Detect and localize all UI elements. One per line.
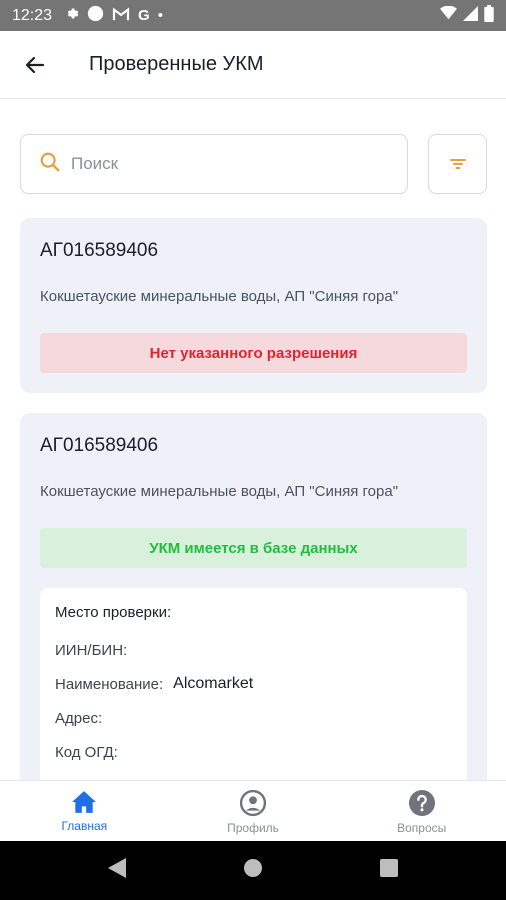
search-box[interactable] [20,134,408,194]
ukm-code: АГ016589406 [40,435,159,456]
filter-button[interactable] [428,134,487,194]
ukm-card[interactable]: АГ016589406 Кокшетауские минеральные вод… [20,413,487,780]
details-value: Alcomarket [173,675,254,692]
nav-item-profile[interactable]: Профиль [169,781,338,841]
status-badge: Нет указанного разрешения [40,333,467,373]
status-bar: 12:23 G • [0,0,506,31]
search-icon [39,151,61,178]
recents-square-icon[interactable] [379,859,398,882]
ukm-code: АГ016589406 [40,240,159,261]
wifi-icon [440,5,457,25]
dot-icon: • [157,7,163,24]
arrow-left-icon [25,56,45,73]
back-button[interactable] [0,31,70,99]
filter-icon [449,159,466,169]
details-label: Наименование: [55,675,164,693]
details-label: Код ОГД: [55,743,118,761]
search-row [20,134,487,194]
status-icons: G • [64,5,163,26]
help-icon [408,790,435,816]
circle-icon [87,5,104,26]
signal-icon [463,5,478,26]
details-row: Наименование: Alcomarket [55,667,452,701]
bottom-nav: Главная Профиль Вопросы [0,780,506,841]
gmail-icon [112,6,130,25]
home-circle-icon[interactable] [243,858,263,883]
details-row: Код ОГД: [55,735,452,769]
gear-icon [64,6,79,25]
inspection-details: Место проверки: ИИН/БИН: Наименование: A… [40,588,467,780]
home-icon [72,791,97,813]
ukm-card[interactable]: АГ016589406 Кокшетауские минеральные вод… [20,218,487,393]
details-row: Адрес: [55,701,452,735]
ukm-description: Кокшетауские минеральные воды, АП "Синяя… [40,483,399,500]
results-list: АГ016589406 Кокшетауские минеральные вод… [20,218,487,780]
nav-label: Вопросы [397,821,447,835]
system-nav-bar [0,841,506,900]
details-heading: Место проверки: [55,604,172,621]
back-triangle-icon[interactable] [108,858,127,883]
status-right [440,4,494,27]
search-input[interactable] [71,154,361,174]
status-badge: УКМ имеется в базе данных [40,528,467,568]
app-bar: Проверенные УКМ [0,31,506,99]
google-icon: G [138,7,150,24]
page-title: Проверенные УКМ [89,53,264,75]
ukm-description: Кокшетауские минеральные воды, АП "Синяя… [40,288,399,305]
nav-label: Главная [61,819,108,833]
details-label: Адрес: [55,709,103,727]
nav-item-home[interactable]: Главная [0,781,169,841]
status-time: 12:23 [12,6,53,24]
profile-icon [240,790,266,816]
details-label: ИИН/БИН: [55,641,128,659]
battery-icon [484,4,494,27]
nav-label: Профиль [227,821,279,835]
details-row: ИИН/БИН: [55,633,452,667]
nav-item-questions[interactable]: Вопросы [337,781,506,841]
